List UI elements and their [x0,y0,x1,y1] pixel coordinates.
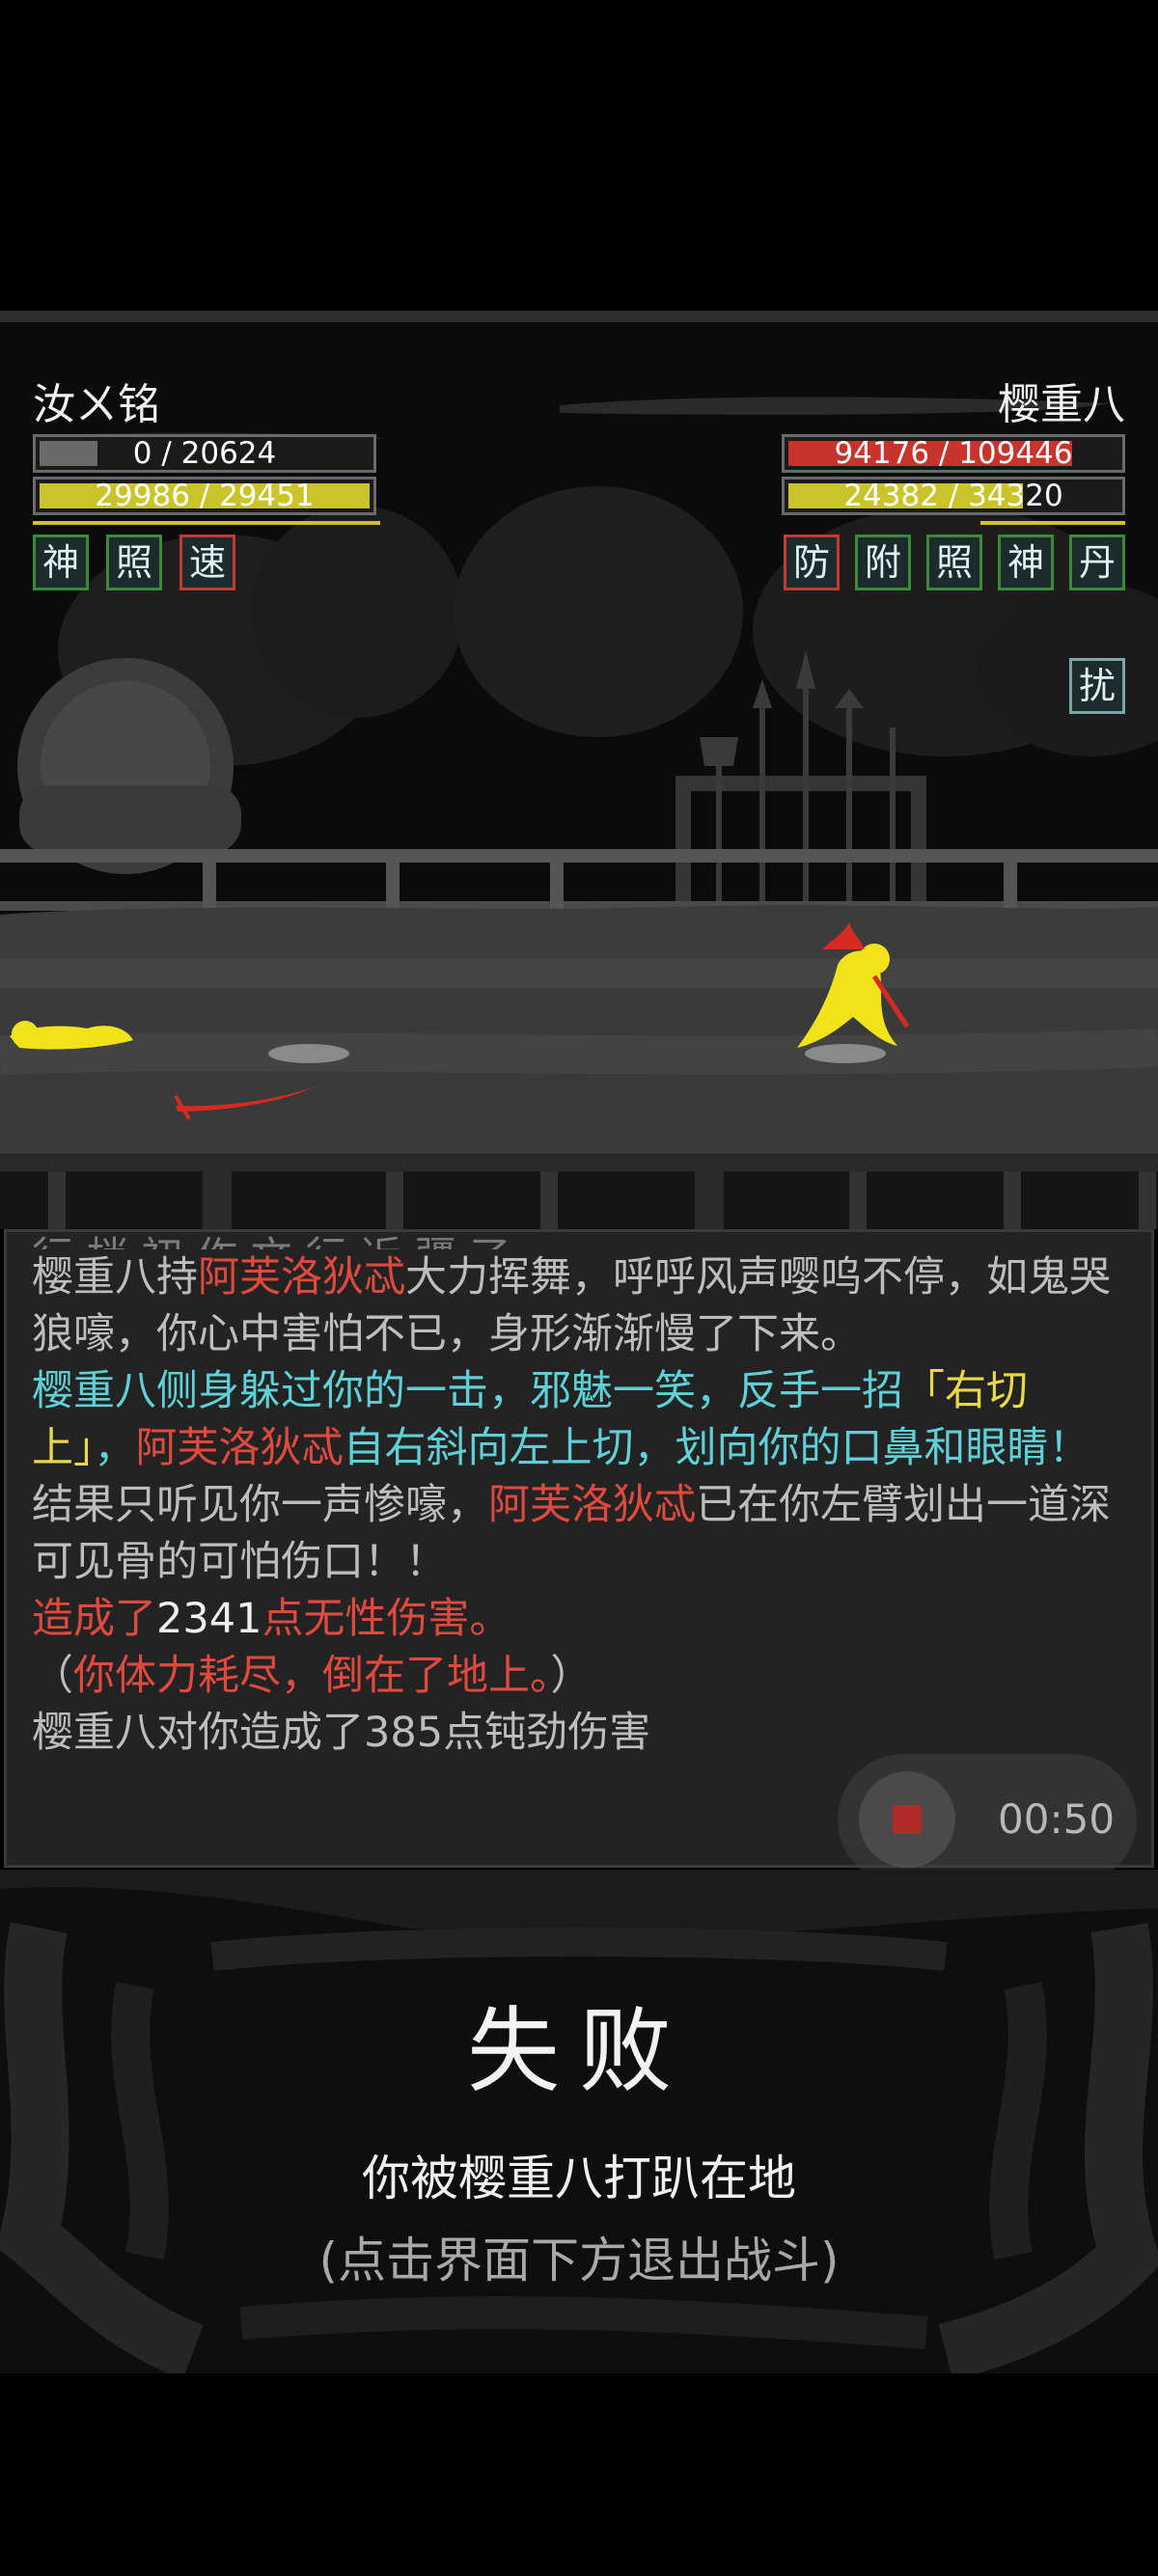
log-cut-line: 行 梢 初 作 文 行 近 疆 了 [32,1232,1113,1249]
player-mp-text: 29986 / 29451 [95,479,315,513]
enemy-status-fang[interactable]: 防 [784,534,840,590]
top-bar [0,0,1158,314]
enemy-status-rao[interactable]: 扰 [1069,658,1125,714]
enemy-shadow [805,1044,886,1063]
log-line-2: 樱重八侧身躲过你的一击，邪魅一笑，反手一招「右切上」，阿芙洛狄忒自右斜向左上切，… [32,1367,1090,1472]
enemy-panel: 樱重八 94176 / 109446 24382 / 34320 防 附 照 神… [778,380,1125,714]
log-line-5: （你体力耗尽，倒在了地上。） [32,1652,593,1700]
player-status-zhao[interactable]: 照 [106,534,162,590]
defeat-panel[interactable]: 失败 你被樱重八打趴在地 (点击界面下方退出战斗) [0,1870,1158,2373]
enemy-status-shen[interactable]: 神 [998,534,1054,590]
log-line-1: 樱重八持阿芙洛狄忒大力挥舞，呼呼风声嘤呜不停，如鬼哭狼嚎，你心中害怕不已，身形渐… [32,1253,1111,1358]
enemy-mp-text: 24382 / 34320 [843,479,1063,513]
log-line-4: 造成了2341点无性伤害。 [32,1595,511,1643]
defeat-message: 你被樱重八打趴在地 [362,2151,796,2206]
enemy-underline [980,521,1125,525]
recorder-time: 00:50 [998,1795,1116,1843]
enemy-status-row: 防 附 照 神 丹 [778,534,1125,590]
defeat-ink-background [0,1870,1158,2373]
enemy-hp-text: 94176 / 109446 [834,436,1073,471]
battle-scene[interactable]: 汝ㄨ铭 0 / 20624 29986 / 29451 神 照 速 樱重八 94… [0,322,1158,1229]
player-hp-text: 0 / 20624 [132,436,277,471]
player-panel: 汝ㄨ铭 0 / 20624 29986 / 29451 神 照 速 [33,380,380,590]
enemy-status-zhao[interactable]: 照 [926,534,982,590]
enemy-hp-bar: 94176 / 109446 [782,434,1125,473]
player-mp-bar: 29986 / 29451 [33,477,376,515]
record-stop-button[interactable] [859,1771,955,1868]
player-status-shen[interactable]: 神 [33,534,89,590]
player-underline [33,521,380,525]
player-status-row: 神 照 速 [33,534,380,590]
enemy-mp-bar: 24382 / 34320 [782,477,1125,515]
log-line-3: 结果只听见你一声惨嚎，阿芙洛狄忒已在你左臂划出一道深可见骨的可怕伤口！！ [32,1481,1111,1586]
player-shadow [268,1044,349,1063]
player-status-su[interactable]: 速 [179,534,235,590]
enemy-status-dan[interactable]: 丹 [1069,534,1125,590]
defeat-title: 失败 [467,1997,691,2105]
player-name: 汝ㄨ铭 [33,380,160,429]
exit-battle-hint[interactable]: (点击界面下方退出战斗) [0,2222,1158,2291]
enemy-name: 樱重八 [998,380,1125,429]
enemy-status-fu[interactable]: 附 [855,534,911,590]
record-stop-icon [893,1805,922,1834]
top-divider [0,311,1158,322]
bottom-bar[interactable] [0,2373,1158,2576]
player-hp-bar: 0 / 20624 [33,434,376,473]
dropped-blade [176,1086,315,1111]
screen-recorder-pill[interactable]: 00:50 [838,1754,1137,1885]
battle-log-text: 行 梢 初 作 文 行 近 疆 了 樱重八持阿芙洛狄忒大力挥舞，呼呼风声嘤呜不停… [32,1232,1113,1762]
